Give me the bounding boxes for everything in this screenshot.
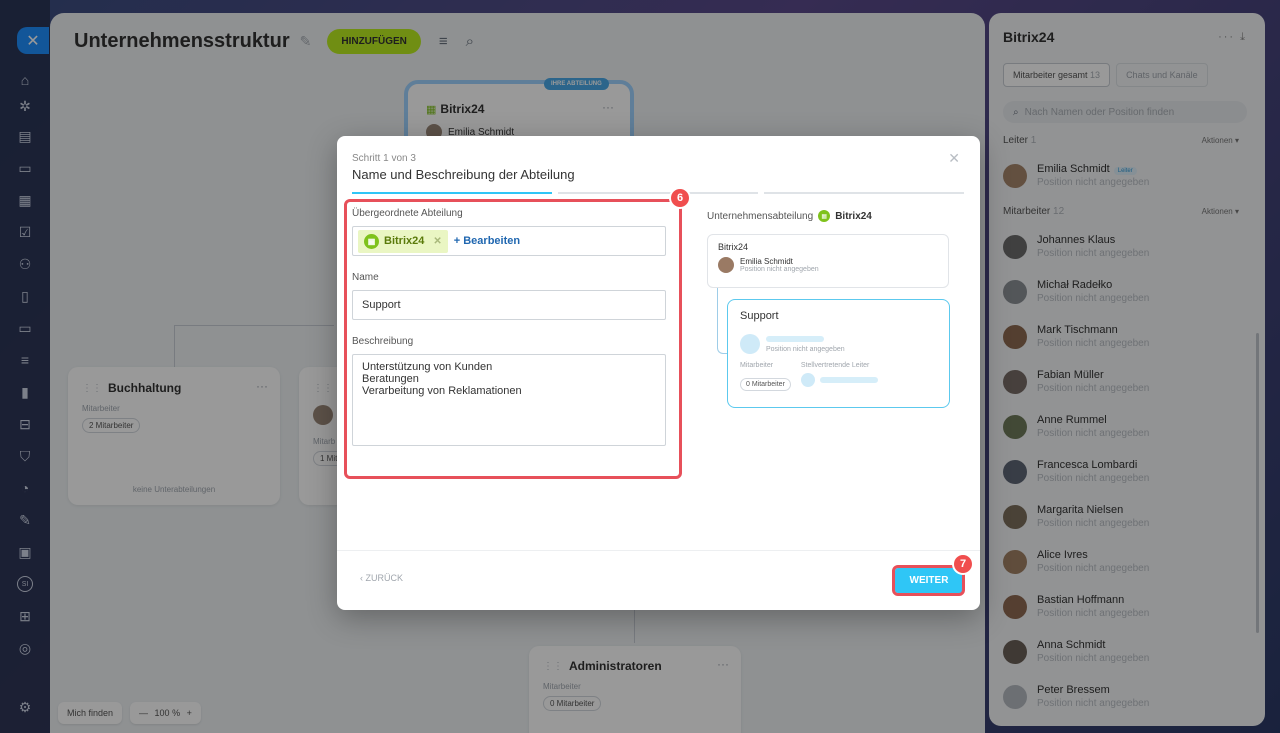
preview-parent-card: Bitrix24 Emilia Schmidt Position nicht a… (707, 234, 949, 288)
preview-parent-head: Emilia Schmidt Position nicht angegeben (718, 257, 938, 273)
preview-label: Unternehmensabteilung (707, 210, 814, 222)
preview-person-position: Position nicht angegeben (740, 266, 819, 273)
dialog-title: Name und Beschreibung der Abteilung (352, 167, 575, 182)
preview-child-name: Support (740, 310, 779, 322)
form-highlight (344, 199, 682, 479)
progress-step-1 (352, 192, 552, 194)
preview-employees-pill: 0 Mitarbeiter (740, 378, 791, 391)
preview-header: Unternehmensabteilung ▦ Bitrix24 (707, 210, 957, 222)
placeholder-bar (766, 335, 824, 342)
dialog-footer-divider (337, 550, 980, 551)
preview-person-name: Emilia Schmidt (740, 257, 793, 266)
step-badge-6: 6 (669, 187, 691, 209)
preview-connector (717, 288, 727, 354)
structure-preview: Unternehmensabteilung ▦ Bitrix24 Bitrix2… (707, 210, 957, 408)
progress-step-3 (764, 192, 964, 194)
preview-deputy-label: Stellvertretende Leiter (800, 362, 870, 369)
preview-company: Bitrix24 (835, 210, 872, 222)
back-button[interactable]: ‹ ZURÜCK (360, 573, 403, 583)
placeholder-bar (819, 377, 878, 383)
user-placeholder-icon (740, 334, 760, 354)
preview-columns: Mitarbeiter 0 Mitarbeiter Stellvertreten… (740, 362, 937, 391)
progress-step-2 (558, 192, 758, 194)
preview-employees-label: Mitarbeiter (740, 362, 774, 369)
building-icon: ▦ (818, 210, 831, 222)
user-placeholder-icon (800, 373, 815, 387)
preview-parent-name: Bitrix24 (718, 242, 749, 252)
close-icon[interactable]: ✕ (948, 150, 960, 167)
avatar (718, 257, 734, 273)
step-indicator: Schritt 1 von 3 (352, 153, 416, 164)
preview-child-position: Position nicht angegeben (766, 345, 845, 353)
preview-new-department-card: Support Position nicht angegeben Mitarbe… (727, 299, 950, 408)
step-badge-7: 7 (952, 553, 974, 575)
preview-head-placeholder: Position nicht angegeben (740, 334, 937, 354)
step-progress (352, 192, 964, 194)
